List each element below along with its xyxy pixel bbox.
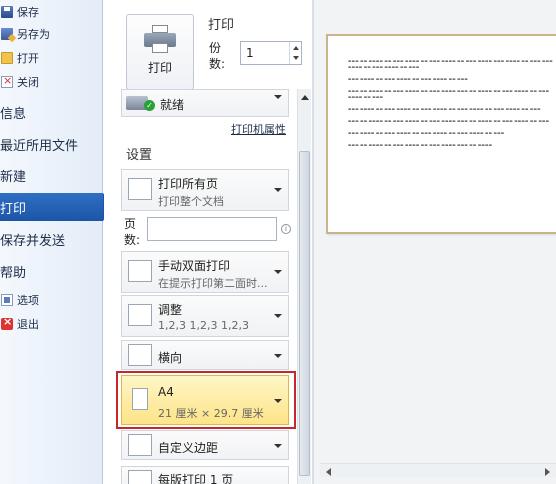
orientation-icon [128,344,152,366]
scroll-left-icon[interactable] [326,468,331,476]
chevron-down-icon [274,188,282,192]
nav-item-print-label: 打印 [0,201,27,217]
print-section-title: 打印 [208,18,235,33]
nav-item-save-as[interactable]: 另存为 [0,24,103,44]
nav-item-close[interactable]: 关闭 [0,72,103,92]
pages-label: 页数: [124,217,141,247]
save-as-icon [1,28,13,40]
printer-icon [144,25,176,53]
preview-horizontal-scrollbar[interactable] [320,463,556,477]
save-icon [1,6,13,18]
duplex-line1: 手动双面打印 [158,259,231,273]
nav-item-info[interactable]: 信息 [0,98,103,126]
nav-item-print[interactable]: 打印 [0,193,103,221]
print-range-line1: 打印所有页 [158,177,219,191]
printer-properties-link[interactable]: 打印机属性 [231,121,286,137]
ready-check-icon: ✓ [144,100,155,111]
close-document-icon [1,74,13,88]
page-preview: ▬▬▬ ▬▬ ▬▬▬▬ ▬▬ ▬▬▬ ▬▬▬▬ ▬▬ ▬▬▬ ▬▬▬▬ ▬▬ ▬… [326,34,556,234]
page-preview-text: ▬▬▬ ▬▬ ▬▬▬▬ ▬▬ ▬▬▬ ▬▬▬▬ ▬▬ ▬▬▬ ▬▬▬▬ ▬▬ ▬… [348,59,553,147]
collate-line2: 1,2,3 1,2,3 1,2,3 [158,319,249,332]
nav-item-save[interactable]: 保存 [0,2,103,22]
chevron-down-icon [274,444,282,448]
copies-spinner[interactable] [289,42,301,64]
copies-value: 1 [246,46,254,60]
nav-item-help-label: 帮助 [0,265,27,281]
orientation-line1: 横向 [158,351,183,365]
nav-item-save-send[interactable]: 保存并发送 [0,225,103,253]
nav-item-save-as-label: 另存为 [17,28,50,41]
chevron-down-icon [274,354,282,358]
exit-icon [1,315,13,330]
scroll-right-icon[interactable] [545,468,550,476]
info-icon[interactable]: i [281,224,291,234]
printer-select[interactable]: ✓ 就绪 [121,89,289,117]
pages-input[interactable] [147,217,277,241]
backstage-nav: 保存 另存为 打开 关闭 信息 最近所用文件 新建 打印 保存并发送 帮助 选项… [0,0,103,484]
settings-title: 设置 [126,148,153,163]
duplex-select[interactable]: 手动双面打印 在提示打印第二面时... [121,251,289,293]
scrollbar-thumb[interactable] [299,151,310,476]
nav-item-new-label: 新建 [0,169,27,185]
nav-item-save-send-label: 保存并发送 [0,233,66,249]
duplex-line2: 在提示打印第二面时... [158,277,268,290]
margins-star-icon [128,434,152,456]
spin-up-icon[interactable] [293,46,299,50]
chevron-down-icon [274,95,282,99]
nav-item-open-label: 打开 [17,52,39,65]
nav-item-options-label: 选项 [17,294,39,307]
printer-status: 就绪 [160,98,185,112]
open-folder-icon [1,52,13,64]
collate-pages-icon [128,304,152,326]
orientation-select[interactable]: 横向 [121,340,289,370]
collate-select[interactable]: 调整 1,2,3 1,2,3 1,2,3 [121,295,289,337]
print-button-label: 打印 [147,61,172,75]
print-range-line2: 打印整个文档 [158,195,224,208]
print-range-select[interactable]: 打印所有页 打印整个文档 [121,169,289,211]
pages-stack-icon [128,178,152,200]
nav-item-new[interactable]: 新建 [0,161,103,189]
margins-line1: 自定义边距 [158,441,219,455]
copies-label: 份数: [209,41,226,71]
nav-item-recent[interactable]: 最近所用文件 [0,130,103,158]
nav-item-close-label: 关闭 [17,76,39,89]
margins-select[interactable]: 自定义边距 [121,430,289,460]
nav-item-help[interactable]: 帮助 [0,257,103,285]
nav-item-exit[interactable]: 退出 [0,314,103,334]
nav-item-save-label: 保存 [17,6,39,19]
nav-item-options[interactable]: 选项 [0,290,103,310]
nav-item-open[interactable]: 打开 [0,48,103,68]
nav-item-info-label: 信息 [0,106,27,122]
scroll-up-icon[interactable] [301,95,309,100]
duplex-printer-icon [128,260,152,282]
chevron-down-icon [274,314,282,318]
chevron-down-icon [274,270,282,274]
options-icon [1,294,13,306]
nav-item-exit-label: 退出 [17,318,39,331]
spin-down-icon[interactable] [293,56,299,60]
pages-per-sheet-line1: 每版打印 1 页 [158,473,234,484]
copies-stepper[interactable]: 1 [240,41,302,65]
collate-line1: 调整 [158,303,183,317]
print-button[interactable]: 打印 [126,14,194,90]
settings-scrollbar[interactable] [297,89,311,484]
pages-per-sheet-select[interactable]: 每版打印 1 页 [121,466,289,484]
highlight-frame [116,371,296,429]
pages-per-sheet-icon [128,470,152,484]
nav-item-recent-label: 最近所用文件 [0,138,79,154]
